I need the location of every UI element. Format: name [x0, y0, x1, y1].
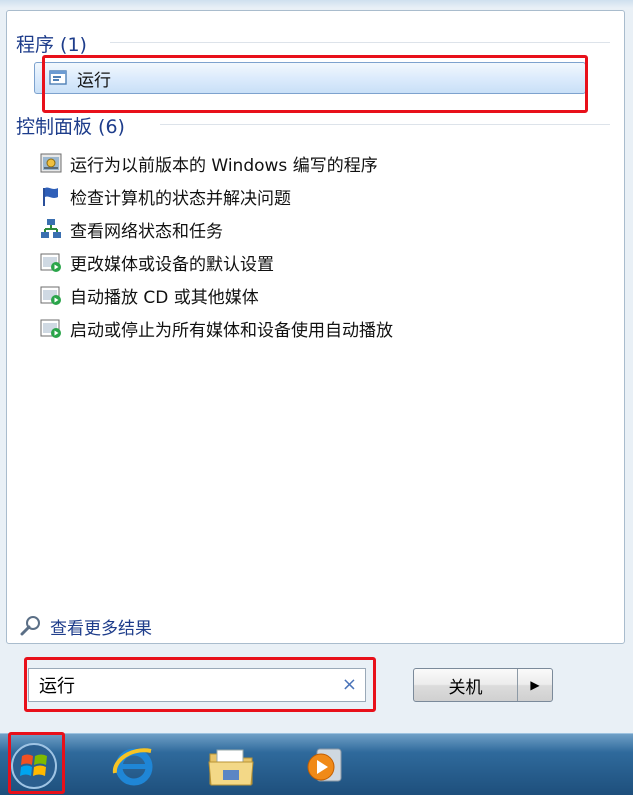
start-menu: 程序 (1) 运行 控制面板 (6) 运行为以前版本的 Windows 编写的程…: [0, 0, 633, 733]
cp-item-compatibility-label: 运行为以前版本的 Windows 编写的程序: [70, 155, 378, 176]
media-player-icon: [307, 748, 342, 782]
taskbar: [0, 732, 633, 795]
network-icon: [40, 218, 62, 240]
highlight-box-search: [24, 657, 376, 712]
cp-item-default-media[interactable]: 更改媒体或设备的默认设置: [40, 247, 274, 277]
shutdown-button-group: 关机 ▶: [413, 668, 553, 702]
programs-divider: [110, 42, 610, 43]
highlight-box-start: [8, 732, 65, 794]
see-more-results-label: 查看更多结果: [50, 618, 152, 639]
cp-item-autoplay-cd-label: 自动播放 CD 或其他媒体: [70, 287, 259, 308]
cp-item-autoplay-cd[interactable]: 自动播放 CD 或其他媒体: [40, 280, 259, 310]
control-panel-header-label: 控制面板 (6): [16, 116, 125, 138]
cp-item-action-center[interactable]: 检查计算机的状态并解决问题: [40, 181, 291, 211]
cp-item-network[interactable]: 查看网络状态和任务: [40, 214, 223, 244]
shutdown-options-arrow[interactable]: ▶: [518, 669, 552, 701]
cp-item-default-media-label: 更改媒体或设备的默认设置: [70, 254, 274, 275]
taskbar-ie-button[interactable]: [108, 740, 160, 792]
highlight-box-run-result: [42, 55, 588, 113]
folder-icon: [208, 749, 254, 786]
programs-header-label: 程序 (1): [16, 34, 87, 56]
autoplay-icon: [40, 317, 62, 339]
action-center-flag-icon: [40, 185, 62, 207]
cp-item-network-label: 查看网络状态和任务: [70, 221, 223, 242]
internet-explorer-icon: [112, 748, 153, 786]
programs-group-header: 程序 (1): [16, 30, 87, 57]
cp-item-compatibility[interactable]: 运行为以前版本的 Windows 编写的程序: [40, 148, 378, 178]
control-panel-divider: [160, 124, 610, 125]
cp-item-action-center-label: 检查计算机的状态并解决问题: [70, 188, 291, 209]
search-icon: [20, 615, 42, 637]
autoplay-icon: [40, 251, 62, 273]
cp-item-autoplay-toggle[interactable]: 启动或停止为所有媒体和设备使用自动播放: [40, 313, 393, 343]
taskbar-explorer-button[interactable]: [205, 740, 257, 792]
shutdown-button[interactable]: 关机: [414, 669, 518, 701]
control-panel-group-header: 控制面板 (6): [16, 112, 125, 139]
see-more-results-link[interactable]: 查看更多结果: [20, 612, 152, 640]
autoplay-icon: [40, 284, 62, 306]
cp-item-autoplay-toggle-label: 启动或停止为所有媒体和设备使用自动播放: [70, 320, 393, 341]
taskbar-media-player-button[interactable]: [300, 740, 352, 792]
compatibility-icon: [40, 152, 62, 174]
